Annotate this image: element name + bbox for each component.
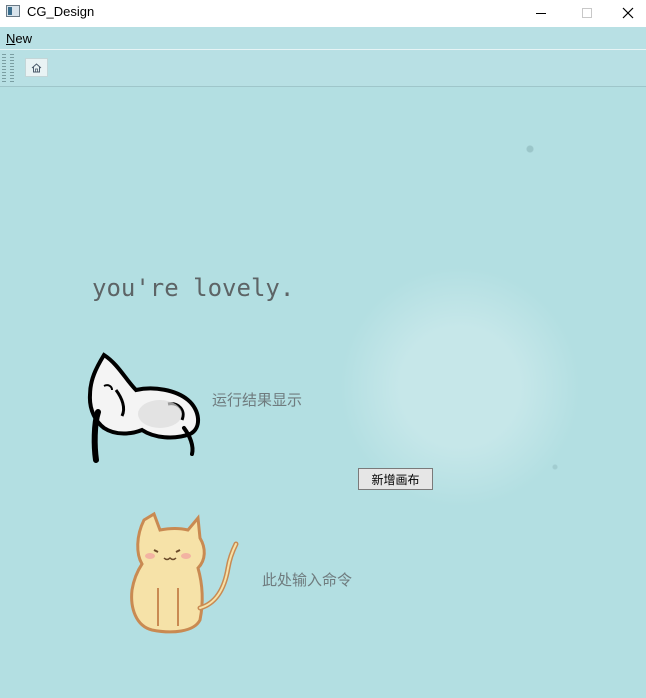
minimize-icon xyxy=(536,13,546,14)
close-icon xyxy=(622,7,634,19)
maximize-button[interactable] xyxy=(564,0,610,26)
minimize-button[interactable] xyxy=(518,0,564,26)
home-button[interactable] xyxy=(25,58,48,77)
toolbar-grip[interactable] xyxy=(2,54,6,82)
app-icon xyxy=(6,5,20,17)
sleeping-cat-image xyxy=(87,352,200,463)
toolbar xyxy=(0,50,646,87)
command-input-label: 此处输入命令 xyxy=(262,571,353,589)
new-canvas-button[interactable]: 新增画布 xyxy=(358,468,433,490)
title-bar: CG_Design xyxy=(0,0,646,26)
menu-new-label: ew xyxy=(15,31,33,46)
home-icon xyxy=(31,62,42,72)
sitting-cat-image xyxy=(130,511,239,634)
menu-new-mnemonic: N xyxy=(6,31,16,46)
toolbar-grip-secondary[interactable] xyxy=(10,54,14,82)
close-button[interactable] xyxy=(610,0,646,26)
menu-new[interactable]: New xyxy=(6,31,32,46)
maximize-icon xyxy=(582,8,592,18)
menu-bar: New xyxy=(0,27,646,50)
result-display-label: 运行结果显示 xyxy=(212,391,303,409)
slogan-text: you're lovely. xyxy=(92,274,295,302)
window-title: CG_Design xyxy=(27,4,95,19)
